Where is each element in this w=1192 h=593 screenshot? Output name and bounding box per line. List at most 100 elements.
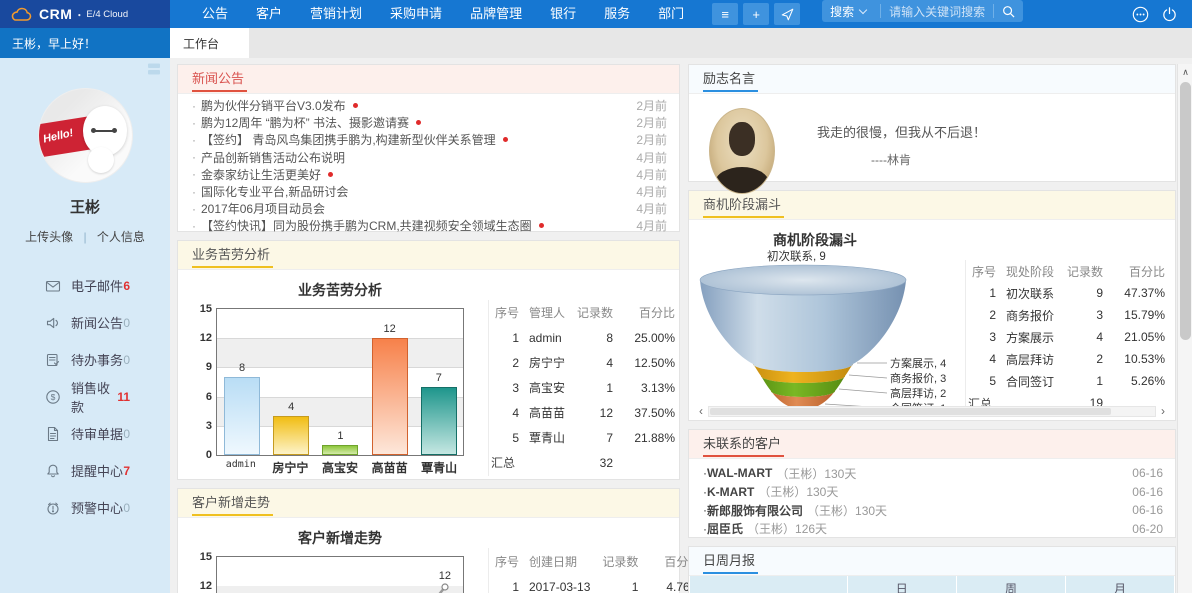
sidebar-item-count: 11	[117, 390, 130, 404]
panel-news: 新闻公告 ·鹏为伙伴分销平台V3.0发布2月前·鹏为12周年 “鹏为杯” 书法、…	[177, 64, 680, 232]
y-axis-tick: 0	[188, 449, 212, 461]
nav-item[interactable]: 客户	[242, 0, 296, 28]
nav-item[interactable]: 采购申请	[376, 0, 456, 28]
bar-高宝安	[322, 445, 358, 455]
bar-admin	[224, 377, 260, 455]
bar-高苗苗	[372, 338, 408, 455]
sidebar-item-label: 待办事务	[71, 350, 123, 369]
horizontal-scrollbar: ‹ ›	[694, 405, 1170, 418]
content-area: 新闻公告 ·鹏为伙伴分销平台V3.0发布2月前·鹏为12周年 “鹏为杯” 书法、…	[170, 58, 1192, 593]
bar-房宁宁	[273, 416, 309, 455]
search-scope-dropdown[interactable]: 搜索	[830, 3, 854, 20]
nav-item[interactable]: 服务	[590, 0, 644, 28]
customer-name: WAL-MART	[707, 466, 772, 480]
table-row: 3高宝安13.13%	[491, 375, 675, 400]
news-item-date: 4月前	[626, 183, 667, 200]
news-item[interactable]: ·鹏为伙伴分销平台V3.0发布2月前	[192, 97, 667, 114]
news-item-date: 4月前	[626, 217, 667, 234]
collapse-sidebar-icon[interactable]	[147, 62, 161, 76]
scroll-up-icon[interactable]: ∧	[1178, 64, 1192, 80]
new-flag-icon	[503, 137, 508, 142]
customer-name: 屈臣氏	[707, 520, 743, 537]
panel-reports: 日周月报 日周月	[688, 546, 1176, 593]
new-flag-icon	[416, 120, 421, 125]
bullet-icon: ·	[192, 133, 196, 147]
sidebar-item-mail[interactable]: 电子邮件6	[0, 267, 170, 304]
sidebar-item-alarm[interactable]: 预警中心0	[0, 489, 170, 526]
hscroll-thumb[interactable]	[710, 408, 1111, 415]
news-item[interactable]: ·2017年06月项目动员会4月前	[192, 200, 667, 217]
news-item[interactable]: ·鹏为12周年 “鹏为杯” 书法、摄影邀请赛2月前	[192, 114, 667, 131]
sidebar-item-label: 销售收款	[71, 378, 117, 416]
y-axis-tick: 12	[188, 580, 212, 592]
customer-item[interactable]: ·WAL-MART（王彬）130天06-16	[703, 464, 1163, 483]
customer-name: 新郎服饰有限公司	[707, 502, 803, 519]
quote-author: ----林肯	[871, 151, 986, 168]
sidebar-item-label: 提醒中心	[71, 461, 123, 480]
table-row: 序号现处阶段记录数百分比	[968, 260, 1165, 282]
avatar[interactable]: Hello!	[38, 88, 133, 183]
funnel-table: 序号现处阶段记录数百分比1初次联系947.37%2商务报价315.79%3方案展…	[965, 260, 1165, 414]
nav-item[interactable]: 部门	[644, 0, 698, 28]
sidebar-item-dollar[interactable]: $ 销售收款11	[0, 378, 170, 415]
funnel-label-stage: 商务报价, 3	[890, 371, 946, 385]
nav-item[interactable]: 品牌管理	[456, 0, 536, 28]
bar-value-label: 8	[223, 362, 261, 374]
sidebar-item-speaker[interactable]: 新闻公告0	[0, 304, 170, 341]
panel-trend-title: 客户新增走势	[192, 489, 273, 516]
navigate-button[interactable]	[774, 3, 800, 25]
news-item[interactable]: · 【签约快讯】同为股份携手鹏为CRM,共建视频安全领域生态圈 4月前	[192, 217, 667, 234]
tab-workbench[interactable]: 工作台	[170, 28, 249, 58]
customer-item[interactable]: ·K-MART（王彬）130天06-16	[703, 483, 1163, 502]
search-input[interactable]: 请输入关键词搜索	[889, 3, 985, 20]
panel-reports-header: 日周月报	[689, 547, 1175, 576]
news-item-date: 4月前	[626, 166, 667, 183]
customer-item[interactable]: ·新郎服饰有限公司（王彬）130天06-16	[703, 501, 1163, 520]
bullet-icon: ·	[192, 150, 196, 164]
bullet-icon: ·	[192, 219, 196, 233]
search-bar[interactable]: 搜索 请输入关键词搜索	[822, 0, 1023, 22]
news-item[interactable]: ·国际化专业平台,新品研讨会4月前	[192, 183, 667, 200]
table-row: 12017-03-1314.76%	[491, 574, 700, 593]
nav-item[interactable]: 公告	[188, 0, 242, 28]
upload-avatar-link[interactable]: 上传头像	[25, 230, 73, 244]
sidebar-item-label: 预警中心	[71, 498, 123, 517]
cloud-logo-icon	[10, 7, 32, 22]
y-axis-tick: 12	[188, 332, 212, 344]
nav-item[interactable]: 营销计划	[296, 0, 376, 28]
sidebar-item-document[interactable]: 待审单据0	[0, 415, 170, 452]
more-options-icon[interactable]	[1132, 6, 1149, 23]
bullet-icon: ·	[192, 116, 196, 130]
sidebar-item-count: 6	[123, 279, 130, 293]
news-item[interactable]: ·【签约】 青岛风鸟集团携手鹏为,构建新型伙伴关系管理2月前	[192, 131, 667, 148]
sidebar-item-count: 0	[123, 427, 130, 441]
svg-text:$: $	[51, 392, 56, 402]
panel-reports-title: 日周月报	[703, 547, 758, 574]
scroll-right-icon[interactable]: ›	[1156, 405, 1170, 418]
table-row: 序号管理人记录数百分比	[491, 300, 675, 325]
news-item-text: 【签约快讯】同为股份携手鹏为CRM,共建视频安全领域生态圈	[201, 217, 532, 234]
crm-dashboard: CRM ・ E/4 Cloud 公告客户营销计划采购申请品牌管理银行服务部门 ≡…	[0, 0, 1192, 593]
add-button[interactable]: +	[743, 3, 769, 25]
news-item[interactable]: ·产品创新销售活动公布说明4月前	[192, 149, 667, 166]
customer-date: 06-16	[1132, 485, 1163, 499]
search-icon[interactable]	[1002, 5, 1015, 18]
funnel-label-stage: 方案展示, 4	[890, 356, 946, 370]
vscroll-thumb[interactable]	[1180, 82, 1191, 340]
customer-item[interactable]: ·屈臣氏（王彬）126天06-20	[703, 520, 1163, 539]
power-icon[interactable]	[1161, 6, 1178, 23]
funnel-top-label: 初次联系, 9	[767, 249, 826, 263]
news-item-date: 2月前	[626, 97, 667, 114]
menu-button[interactable]: ≡	[712, 3, 738, 25]
sidebar-item-bell[interactable]: 提醒中心7	[0, 452, 170, 489]
table-row: 5合同签订15.26%	[968, 370, 1165, 392]
sidebar-item-todo[interactable]: 待办事务0	[0, 341, 170, 378]
app-logo[interactable]: CRM ・ E/4 Cloud	[0, 0, 170, 28]
lincoln-portrait	[709, 108, 775, 194]
bullet-icon: ·	[192, 99, 196, 113]
nav-item[interactable]: 银行	[536, 0, 590, 28]
scroll-left-icon[interactable]: ‹	[694, 405, 708, 418]
vertical-scrollbar: ∧	[1177, 64, 1192, 593]
news-item[interactable]: ·金泰家纺让生活更美好4月前	[192, 166, 667, 183]
profile-link[interactable]: 个人信息	[97, 230, 145, 244]
